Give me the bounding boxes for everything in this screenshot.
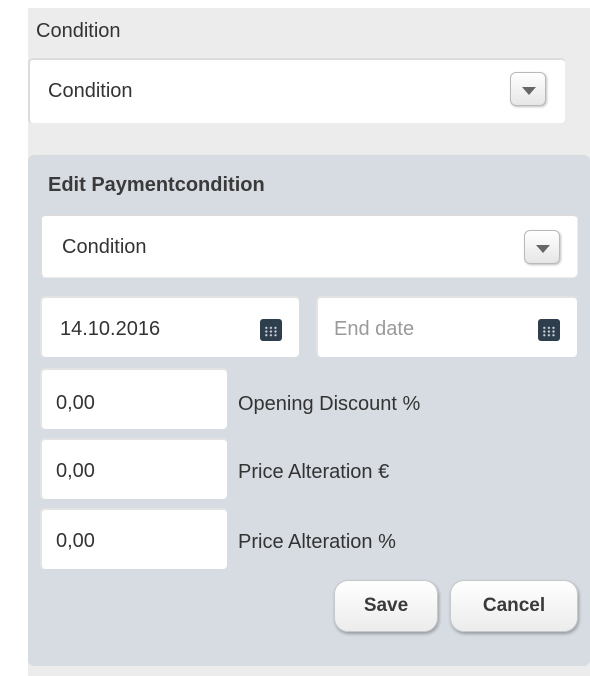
payment-condition-select[interactable]: Condition — [40, 214, 578, 278]
price-alteration-eur-value: 0,00 — [56, 460, 95, 482]
price-alteration-pct-input[interactable]: 0,00 — [40, 508, 228, 570]
chevron-down-icon[interactable] — [510, 72, 546, 106]
cancel-button[interactable]: Cancel — [450, 580, 578, 632]
price-alteration-eur-input[interactable]: 0,00 — [40, 438, 228, 500]
opening-discount-value: 0,00 — [56, 392, 95, 414]
price-alteration-pct-label: Price Alteration % — [238, 531, 396, 553]
end-date-placeholder: End date — [334, 318, 415, 340]
save-button[interactable]: Save — [334, 580, 438, 632]
opening-discount-label: Opening Discount % — [238, 393, 421, 415]
price-alteration-pct-value: 0,00 — [56, 530, 95, 552]
payment-condition-select-value: Condition — [62, 236, 147, 258]
start-date-value: 14.10.2016 — [60, 318, 161, 340]
chevron-down-icon[interactable] — [524, 230, 560, 264]
panel-title: Edit Paymentcondition — [48, 174, 265, 196]
start-date-input[interactable]: 14.10.2016 — [40, 296, 300, 358]
end-date-input[interactable]: End date — [316, 296, 578, 358]
condition-section-label: Condition — [36, 20, 121, 42]
condition-select-value: Condition — [48, 80, 133, 102]
opening-discount-input[interactable]: 0,00 — [40, 368, 228, 430]
price-alteration-eur-label: Price Alteration € — [238, 461, 390, 483]
condition-select[interactable]: Condition — [28, 58, 566, 124]
calendar-icon[interactable] — [260, 319, 282, 341]
calendar-icon[interactable] — [538, 319, 560, 341]
